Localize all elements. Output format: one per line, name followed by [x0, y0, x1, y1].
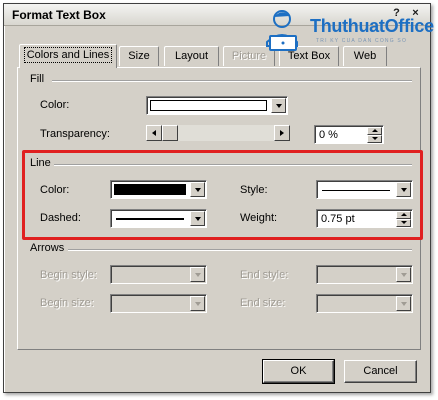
tab-layout[interactable]: Layout [164, 46, 219, 66]
begin-size-dropdown [110, 294, 207, 313]
fill-heading: Fill [30, 73, 45, 85]
end-size-dropdown [316, 294, 413, 313]
transparency-value: 0 % [319, 129, 338, 141]
transparency-label: Transparency: [40, 128, 110, 140]
dropdown-button [396, 267, 411, 282]
tab-label: Colors and Lines [23, 47, 113, 63]
dropdown-button [190, 267, 205, 282]
chevron-down-icon [195, 302, 201, 306]
thuthuatoffice-logo: ThuthuatOffice TRI KY CUA DAN CONG SO [260, 6, 438, 56]
begin-size-label: Begin size: [40, 297, 94, 309]
dialog-title: Format Text Box [12, 8, 106, 22]
fill-color-dropdown[interactable] [146, 96, 288, 115]
dropdown-button[interactable] [271, 98, 286, 113]
fill-divider [52, 80, 412, 82]
dropdown-button [190, 296, 205, 311]
brand-name: ThuthuatOffice [310, 16, 434, 36]
end-size-label: End size: [240, 297, 286, 309]
person-icon [266, 10, 298, 51]
arrow-up-icon [372, 129, 378, 132]
spin-down-button[interactable] [367, 135, 382, 143]
chevron-down-icon [401, 302, 407, 306]
chevron-down-icon [401, 273, 407, 277]
cancel-button[interactable]: Cancel [344, 360, 417, 383]
chevron-down-icon [195, 273, 201, 277]
spin-up-button[interactable] [367, 127, 382, 135]
fill-color-label-text: Color: [40, 99, 70, 111]
dropdown-button [396, 296, 411, 311]
spinner-buttons [367, 127, 382, 143]
highlight-annotation [22, 150, 423, 240]
arrows-divider [68, 249, 412, 251]
scroll-right-button[interactable] [274, 125, 290, 141]
fill-color-swatch [150, 100, 267, 111]
arrow-left-icon [152, 130, 156, 136]
chevron-down-icon [276, 104, 282, 108]
slider-thumb[interactable] [162, 125, 178, 141]
tab-label: Layout [174, 50, 209, 62]
arrow-down-icon [372, 137, 378, 140]
scroll-left-button[interactable] [146, 125, 162, 141]
tab-size[interactable]: Size [119, 46, 159, 66]
ok-button[interactable]: OK [262, 359, 335, 384]
arrows-heading: Arrows [30, 242, 65, 254]
tab-label: Size [128, 50, 150, 62]
end-style-label: End style: [240, 269, 289, 281]
format-text-box-dialog: Format Text Box ? × Colors and Lines Siz… [3, 3, 434, 393]
tab-colors-and-lines[interactable]: Colors and Lines [19, 44, 117, 68]
transparency-spinner[interactable]: 0 % [314, 125, 384, 144]
fill-color-label: Color: [40, 99, 69, 111]
brand-tagline: TRI KY CUA DAN CONG SO [316, 38, 408, 44]
begin-style-dropdown [110, 265, 207, 284]
begin-style-label: Begin style: [40, 269, 97, 281]
transparency-slider[interactable] [146, 125, 290, 141]
end-style-dropdown [316, 265, 413, 284]
arrow-right-icon [280, 130, 284, 136]
